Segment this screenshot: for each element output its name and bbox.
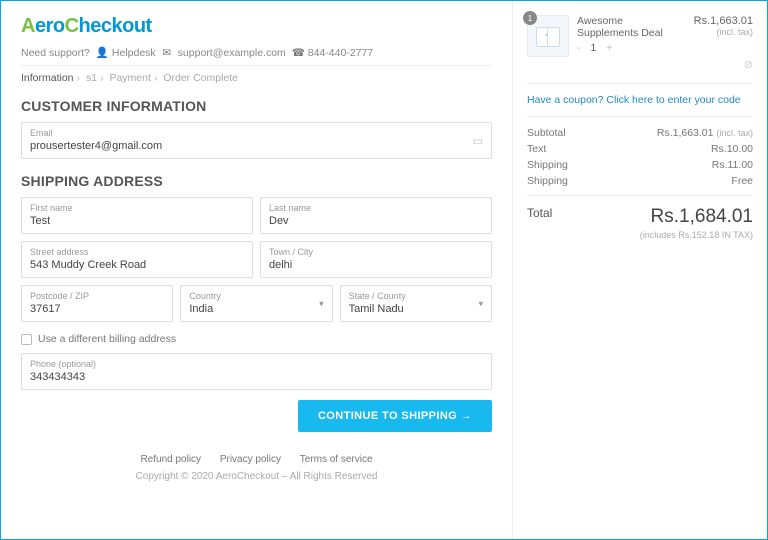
- qty-badge: 1: [523, 11, 537, 25]
- footer-links: Refund policy Privacy policy Terms of se…: [21, 454, 492, 465]
- billing-checkbox[interactable]: Use a different billing address: [21, 333, 492, 345]
- phone-input[interactable]: [30, 371, 483, 383]
- first-name-input[interactable]: [30, 215, 244, 227]
- qty-plus[interactable]: +: [606, 43, 612, 54]
- zip-field[interactable]: Postcode / ZIP: [21, 285, 173, 322]
- phone-icon: ☎: [292, 47, 302, 59]
- last-name-input[interactable]: [269, 215, 483, 227]
- contact-card-icon: ▭: [473, 134, 483, 147]
- qty-minus[interactable]: -: [577, 43, 580, 54]
- support-label: Need support?: [21, 47, 90, 59]
- privacy-link[interactable]: Privacy policy: [220, 454, 281, 465]
- support-phone[interactable]: 844-440-2777: [308, 47, 373, 59]
- order-total: Total Rs.1,684.01(includes Rs.152.18 IN …: [527, 195, 753, 240]
- coupon-link[interactable]: Have a coupon? Click here to enter your …: [527, 83, 753, 117]
- qty-stepper[interactable]: - 1 +: [577, 43, 686, 54]
- user-icon: 👤: [96, 46, 106, 59]
- summary-lines: SubtotalRs.1,663.01(incl. tax) TextRs.10…: [527, 127, 753, 187]
- country-field[interactable]: Country▾: [180, 285, 332, 322]
- product-name: Awesome Supplements Deal - 1 +: [577, 15, 686, 57]
- mail-icon: ✉: [162, 47, 172, 59]
- street-input[interactable]: [30, 259, 244, 271]
- crumb-information[interactable]: Information: [21, 72, 74, 84]
- brand-logo: AeroCheckout: [21, 15, 492, 38]
- terms-link[interactable]: Terms of service: [300, 454, 373, 465]
- email-field[interactable]: Email ▭: [21, 122, 492, 159]
- copyright: Copyright © 2020 AeroCheckout – All Righ…: [21, 471, 492, 482]
- section-customer-info: CUSTOMER INFORMATION: [21, 98, 492, 114]
- trash-icon[interactable]: ⊘: [744, 58, 753, 71]
- crumb-payment: Payment: [109, 72, 150, 84]
- first-name-field[interactable]: First name: [21, 197, 253, 234]
- cart-item: + 1 Awesome Supplements Deal - 1 + Rs.1,…: [527, 15, 753, 57]
- city-field[interactable]: Town / City: [260, 241, 492, 278]
- phone-field[interactable]: Phone (optional): [21, 353, 492, 390]
- crumb-s1: s1: [86, 72, 97, 84]
- country-select[interactable]: [189, 303, 323, 315]
- state-select[interactable]: [349, 303, 483, 315]
- refund-link[interactable]: Refund policy: [140, 454, 201, 465]
- product-thumb: + 1: [527, 15, 569, 57]
- crumb-complete: Order Complete: [163, 72, 238, 84]
- continue-button[interactable]: CONTINUE TO SHIPPING →: [298, 400, 492, 432]
- checkbox-icon[interactable]: [21, 334, 32, 345]
- city-input[interactable]: [269, 259, 483, 271]
- last-name-field[interactable]: Last name: [260, 197, 492, 234]
- street-field[interactable]: Street address: [21, 241, 253, 278]
- chevron-down-icon: ▾: [319, 298, 324, 309]
- helpdesk-link[interactable]: Helpdesk: [112, 47, 156, 59]
- chevron-down-icon: ▾: [478, 298, 483, 309]
- section-shipping: SHIPPING ADDRESS: [21, 173, 492, 189]
- breadcrumb: Information› s1› Payment› Order Complete: [21, 65, 492, 84]
- product-price: Rs.1,663.01 (incl. tax): [694, 15, 753, 57]
- email-input[interactable]: [30, 140, 483, 152]
- zip-input[interactable]: [30, 303, 164, 315]
- support-email[interactable]: support@example.com: [178, 47, 286, 59]
- state-field[interactable]: State / County▾: [340, 285, 492, 322]
- support-bar: Need support? 👤 Helpdesk ✉ support@examp…: [21, 46, 492, 59]
